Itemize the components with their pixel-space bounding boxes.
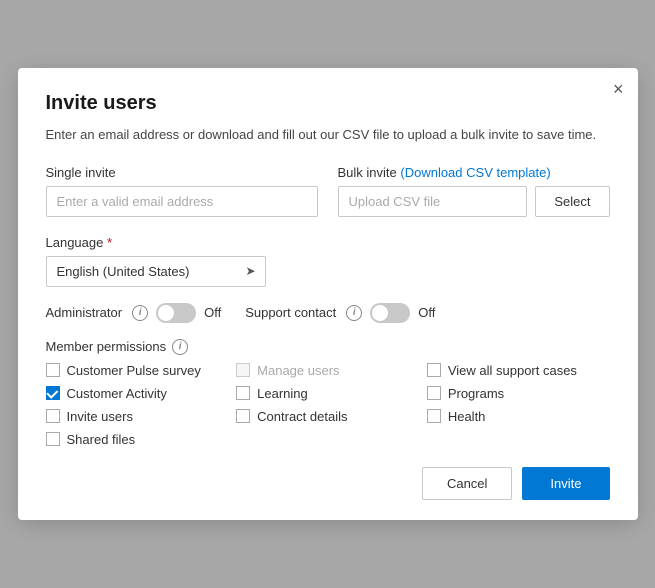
permission-label-programs: Programs <box>448 386 504 401</box>
administrator-toggle-group: Administrator i Off <box>46 303 222 323</box>
permission-label-learning: Learning <box>257 386 308 401</box>
language-dropdown[interactable]: English (United States) French German Sp… <box>46 256 266 287</box>
permission-checkbox-contract-details[interactable] <box>236 409 250 423</box>
invite-button[interactable]: Invite <box>522 467 609 500</box>
permission-label-health: Health <box>448 409 486 424</box>
permissions-title: Member permissions i <box>46 339 610 355</box>
modal-overlay: × Invite users Enter an email address or… <box>0 0 655 588</box>
modal-description: Enter an email address or download and f… <box>46 125 610 145</box>
permission-item-shared-files[interactable]: Shared files <box>46 432 229 447</box>
permission-item-invite-users[interactable]: Invite users <box>46 409 229 424</box>
permission-label-customer-pulse: Customer Pulse survey <box>67 363 201 378</box>
language-label: Language * <box>46 235 610 250</box>
administrator-slider <box>156 303 196 323</box>
close-button[interactable]: × <box>613 80 624 98</box>
single-invite-input[interactable] <box>46 186 318 217</box>
permission-checkbox-customer-pulse[interactable] <box>46 363 60 377</box>
permission-label-contract-details: Contract details <box>257 409 347 424</box>
language-section: Language * English (United States) Frenc… <box>46 235 610 287</box>
invite-users-modal: × Invite users Enter an email address or… <box>18 68 638 520</box>
modal-footer: Cancel Invite <box>46 467 610 500</box>
single-invite-col: Single invite <box>46 165 318 217</box>
permission-checkbox-health[interactable] <box>427 409 441 423</box>
support-contact-toggle-group: Support contact i Off <box>245 303 435 323</box>
single-invite-label: Single invite <box>46 165 318 180</box>
administrator-label: Administrator <box>46 305 123 320</box>
download-csv-link[interactable]: (Download CSV template) <box>400 165 550 180</box>
administrator-toggle[interactable] <box>156 303 196 323</box>
invite-row: Single invite Bulk invite (Download CSV … <box>46 165 610 217</box>
permission-checkbox-customer-activity[interactable] <box>46 386 60 400</box>
permission-item-contract-details[interactable]: Contract details <box>236 409 419 424</box>
permission-item-programs[interactable]: Programs <box>427 386 610 401</box>
permission-checkbox-shared-files[interactable] <box>46 432 60 446</box>
permission-label-customer-activity: Customer Activity <box>67 386 167 401</box>
bulk-input-row: Select <box>338 186 610 217</box>
permission-item-learning[interactable]: Learning <box>236 386 419 401</box>
permission-item-customer-pulse[interactable]: Customer Pulse survey <box>46 363 229 378</box>
permission-checkbox-learning[interactable] <box>236 386 250 400</box>
permission-label-view-support: View all support cases <box>448 363 577 378</box>
permission-label-shared-files: Shared files <box>67 432 136 447</box>
permission-label-invite-users: Invite users <box>67 409 133 424</box>
support-contact-info-icon[interactable]: i <box>346 305 362 321</box>
support-contact-toggle[interactable] <box>370 303 410 323</box>
permission-label-manage-users: Manage users <box>257 363 339 378</box>
permission-checkbox-invite-users[interactable] <box>46 409 60 423</box>
permission-item-customer-activity[interactable]: Customer Activity <box>46 386 229 401</box>
bulk-invite-col: Bulk invite (Download CSV template) Sele… <box>338 165 610 217</box>
upload-csv-input[interactable] <box>338 186 528 217</box>
permission-checkbox-manage-users[interactable] <box>236 363 250 377</box>
language-select-wrapper: English (United States) French German Sp… <box>46 256 266 287</box>
administrator-info-icon[interactable]: i <box>132 305 148 321</box>
support-contact-label: Support contact <box>245 305 336 320</box>
administrator-off-label: Off <box>204 305 221 320</box>
permissions-section: Member permissions i Customer Pulse surv… <box>46 339 610 447</box>
support-contact-off-label: Off <box>418 305 435 320</box>
permissions-info-icon[interactable]: i <box>172 339 188 355</box>
permission-item-view-support[interactable]: View all support cases <box>427 363 610 378</box>
modal-title: Invite users <box>46 92 610 115</box>
cancel-button[interactable]: Cancel <box>422 467 512 500</box>
select-button[interactable]: Select <box>535 186 609 217</box>
permission-checkbox-view-support[interactable] <box>427 363 441 377</box>
permission-item-health[interactable]: Health <box>427 409 610 424</box>
permission-checkbox-programs[interactable] <box>427 386 441 400</box>
permissions-grid: Customer Pulse survey Manage users View al… <box>46 363 610 447</box>
bulk-invite-label: Bulk invite (Download CSV template) <box>338 165 610 180</box>
toggle-row: Administrator i Off Support contact i Of… <box>46 303 610 323</box>
permission-item-manage-users[interactable]: Manage users <box>236 363 419 378</box>
support-contact-slider <box>370 303 410 323</box>
